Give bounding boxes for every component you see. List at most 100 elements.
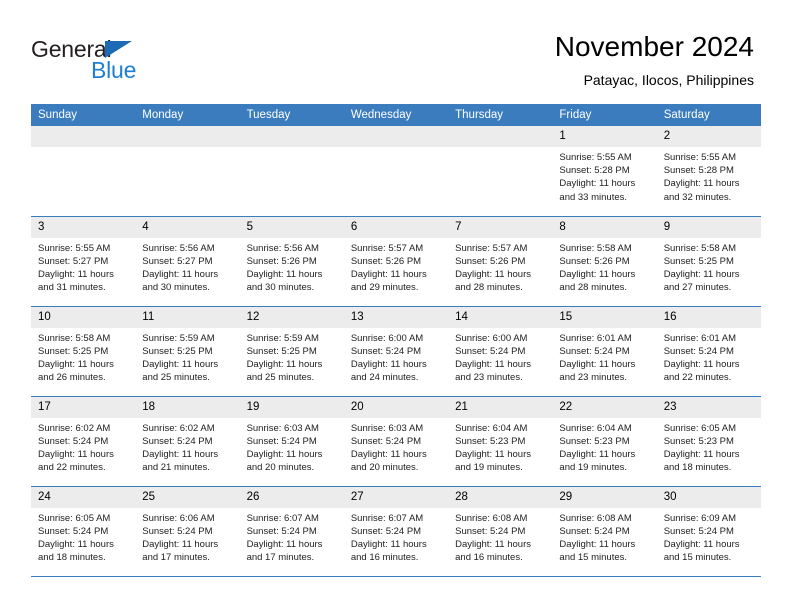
daylight-text-line1: Daylight: 11 hours xyxy=(559,448,636,460)
calendar-body: 1 Sunrise: 5:55 AM Sunset: 5:28 PM Daylight… xyxy=(31,126,761,577)
calendar-day-cell[interactable]: 12 Sunrise: 5:59 AM Sunset: 5:25 PM Dayligh… xyxy=(239,305,344,396)
calendar-day-cell[interactable]: 30 Sunrise: 6:09 AM Sunset: 5:24 PM Dayligh… xyxy=(656,485,761,577)
daylight-text-line1: Daylight: 11 hours xyxy=(142,448,219,460)
daylight-text-line2: and 20 minutes. xyxy=(246,462,315,474)
daylight-text-line2: and 32 minutes. xyxy=(663,191,732,203)
daylight-text-line1: Daylight: 11 hours xyxy=(142,538,219,550)
calendar-day-cell[interactable]: 16 Sunrise: 6:01 AM Sunset: 5:24 PM Dayligh… xyxy=(656,305,761,396)
calendar-day-cell[interactable]: 7 Sunrise: 5:57 AM Sunset: 5:26 PM Daylight… xyxy=(448,215,553,306)
calendar-day-cell[interactable]: 27 Sunrise: 6:07 AM Sunset: 5:24 PM Dayligh… xyxy=(343,485,449,577)
weekday-header-thursday: Thursday xyxy=(448,104,553,126)
day-details: Sunrise: 6:00 AM Sunset: 5:24 PM Daylight:… xyxy=(344,328,448,385)
calendar-day-cell[interactable]: 9 Sunrise: 5:58 AM Sunset: 5:25 PM Daylight… xyxy=(656,215,761,306)
daylight-text-line1: Daylight: 11 hours xyxy=(663,358,740,370)
sunrise-text: Sunrise: 6:03 AM xyxy=(246,422,319,434)
daylight-text-line2: and 23 minutes. xyxy=(455,372,523,384)
weekday-header-sunday: Sunday xyxy=(31,104,136,126)
daylight-text-line2: and 18 minutes. xyxy=(38,552,106,564)
sunrise-text: Sunrise: 6:08 AM xyxy=(559,512,632,524)
day-details xyxy=(240,147,344,151)
sunset-text: Sunset: 5:27 PM xyxy=(142,255,213,267)
calendar-day-cell[interactable]: 6 Sunrise: 5:57 AM Sunset: 5:26 PM Daylight… xyxy=(343,215,449,306)
sunrise-text: Sunrise: 6:09 AM xyxy=(663,512,737,524)
day-number: 8 xyxy=(552,216,657,238)
generalblue-logo[interactable]: General Blue xyxy=(31,36,221,88)
calendar-day-cell[interactable]: 15 Sunrise: 6:01 AM Sunset: 5:24 PM Dayligh… xyxy=(552,305,657,396)
daylight-text-line2: and 22 minutes. xyxy=(663,372,732,384)
calendar-day-cell[interactable]: 8 Sunrise: 5:58 AM Sunset: 5:26 PM Daylight… xyxy=(552,215,657,306)
sunrise-text: Sunrise: 5:59 AM xyxy=(246,332,319,344)
calendar-empty-cell xyxy=(31,126,136,216)
daylight-text-line2: and 21 minutes. xyxy=(142,462,210,474)
calendar-day-cell[interactable]: 10 Sunrise: 5:58 AM Sunset: 5:25 PM Dayligh… xyxy=(31,305,136,396)
calendar-day-cell[interactable]: 29 Sunrise: 6:08 AM Sunset: 5:24 PM Dayligh… xyxy=(552,485,657,577)
weekday-header-saturday: Saturday xyxy=(656,104,761,126)
daylight-text-line2: and 27 minutes. xyxy=(663,282,732,294)
daylight-text-line1: Daylight: 11 hours xyxy=(246,538,323,550)
calendar-day-cell[interactable]: 23 Sunrise: 6:05 AM Sunset: 5:23 PM Dayligh… xyxy=(656,395,761,486)
daylight-text-line1: Daylight: 11 hours xyxy=(38,358,114,370)
day-details: Sunrise: 6:00 AM Sunset: 5:24 PM Daylight:… xyxy=(448,328,552,385)
sunrise-text: Sunrise: 5:57 AM xyxy=(350,242,424,254)
calendar-day-cell[interactable]: 5 Sunrise: 5:56 AM Sunset: 5:26 PM Daylight… xyxy=(239,215,344,306)
calendar-day-cell[interactable]: 19 Sunrise: 6:03 AM Sunset: 5:24 PM Dayligh… xyxy=(239,395,344,486)
calendar-day-cell[interactable]: 22 Sunrise: 6:04 AM Sunset: 5:23 PM Dayligh… xyxy=(552,395,657,486)
calendar-day-cell[interactable]: 21 Sunrise: 6:04 AM Sunset: 5:23 PM Dayligh… xyxy=(448,395,553,486)
calendar-day-cell[interactable]: 17 Sunrise: 6:02 AM Sunset: 5:24 PM Dayligh… xyxy=(31,395,136,486)
calendar-day-cell[interactable]: 13 Sunrise: 6:00 AM Sunset: 5:24 PM Dayligh… xyxy=(343,305,449,396)
sunset-text: Sunset: 5:24 PM xyxy=(350,525,422,537)
sunrise-text: Sunrise: 5:56 AM xyxy=(246,242,319,254)
day-details xyxy=(448,147,552,151)
day-number: 27 xyxy=(343,486,449,508)
calendar-day-cell[interactable]: 25 Sunrise: 6:06 AM Sunset: 5:24 PM Dayligh… xyxy=(135,485,240,577)
sunset-text: Sunset: 5:24 PM xyxy=(663,345,734,357)
day-details: Sunrise: 6:03 AM Sunset: 5:24 PM Daylight:… xyxy=(344,418,448,475)
page-title: November 2024 xyxy=(554,31,754,62)
day-number: 21 xyxy=(448,396,553,418)
sunrise-text: Sunrise: 6:05 AM xyxy=(663,422,737,434)
daylight-text-line1: Daylight: 11 hours xyxy=(350,358,427,370)
logo-text-blue: Blue xyxy=(91,57,137,83)
calendar-page: General Blue November 2024 Patayac, Iloc… xyxy=(0,0,792,612)
day-details: Sunrise: 5:55 AM Sunset: 5:28 PM Daylight:… xyxy=(657,147,761,204)
calendar-day-cell[interactable]: 1 Sunrise: 5:55 AM Sunset: 5:28 PM Daylight… xyxy=(552,126,657,216)
day-number: 13 xyxy=(343,306,449,328)
calendar-day-cell[interactable]: 28 Sunrise: 6:08 AM Sunset: 5:24 PM Dayligh… xyxy=(448,485,553,577)
sunset-text: Sunset: 5:24 PM xyxy=(246,525,317,537)
day-details xyxy=(344,147,448,151)
calendar-day-cell[interactable]: 14 Sunrise: 6:00 AM Sunset: 5:24 PM Dayligh… xyxy=(448,305,553,396)
calendar-day-cell[interactable]: 20 Sunrise: 6:03 AM Sunset: 5:24 PM Dayligh… xyxy=(343,395,449,486)
sunset-text: Sunset: 5:24 PM xyxy=(663,525,734,537)
daylight-text-line1: Daylight: 11 hours xyxy=(663,538,740,550)
daylight-text-line2: and 30 minutes. xyxy=(246,282,315,294)
sunset-text: Sunset: 5:25 PM xyxy=(38,345,109,357)
calendar-day-cell[interactable]: 4 Sunrise: 5:56 AM Sunset: 5:27 PM Daylight… xyxy=(135,215,240,306)
calendar-day-cell[interactable]: 26 Sunrise: 6:07 AM Sunset: 5:24 PM Dayligh… xyxy=(239,485,344,577)
calendar-table: Sunday Monday Tuesday Wednesday Thursday… xyxy=(31,104,761,577)
day-details xyxy=(31,147,135,151)
calendar-day-cell[interactable]: 2 Sunrise: 5:55 AM Sunset: 5:28 PM Daylight… xyxy=(656,126,761,216)
daylight-text-line1: Daylight: 11 hours xyxy=(350,538,427,550)
daylight-text-line2: and 17 minutes. xyxy=(246,552,315,564)
day-details: Sunrise: 6:01 AM Sunset: 5:24 PM Daylight:… xyxy=(657,328,761,385)
sunset-text: Sunset: 5:28 PM xyxy=(559,165,630,177)
day-number: 9 xyxy=(656,216,761,238)
daylight-text-line1: Daylight: 11 hours xyxy=(350,268,427,280)
sunrise-text: Sunrise: 6:01 AM xyxy=(663,332,737,344)
daylight-text-line1: Daylight: 11 hours xyxy=(455,448,531,460)
calendar-day-cell[interactable]: 11 Sunrise: 5:59 AM Sunset: 5:25 PM Dayligh… xyxy=(135,305,240,396)
day-number: 10 xyxy=(31,306,136,328)
calendar-day-cell[interactable]: 24 Sunrise: 6:05 AM Sunset: 5:24 PM Dayligh… xyxy=(31,485,136,577)
calendar-day-cell[interactable]: 18 Sunrise: 6:02 AM Sunset: 5:24 PM Dayligh… xyxy=(135,395,240,486)
sunset-text: Sunset: 5:25 PM xyxy=(142,345,213,357)
daylight-text-line2: and 19 minutes. xyxy=(455,462,523,474)
sunrise-text: Sunrise: 6:07 AM xyxy=(350,512,424,524)
daylight-text-line2: and 15 minutes. xyxy=(663,552,732,564)
day-number xyxy=(135,126,240,147)
calendar-day-cell[interactable]: 3 Sunrise: 5:55 AM Sunset: 5:27 PM Daylight… xyxy=(31,215,136,306)
sunrise-text: Sunrise: 5:57 AM xyxy=(455,242,528,254)
sunset-text: Sunset: 5:25 PM xyxy=(663,255,734,267)
sunrise-text: Sunrise: 6:04 AM xyxy=(455,422,528,434)
daylight-text-line2: and 30 minutes. xyxy=(142,282,210,294)
day-number: 23 xyxy=(656,396,761,418)
